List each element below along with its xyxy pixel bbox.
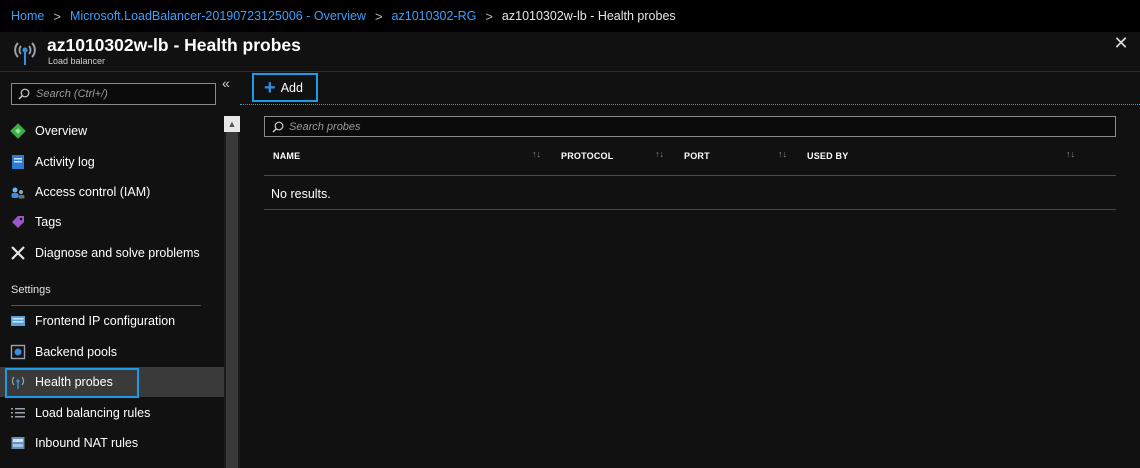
backend-pool-icon [10,344,26,360]
page-subtitle: Load balancer [48,56,106,66]
sidebar-item-tags[interactable]: Tags [0,207,224,237]
iam-icon [10,184,26,200]
column-header-protocol[interactable]: PROTOCOL [561,151,613,161]
sort-icon[interactable]: ↑↓ [532,149,541,159]
table-divider [264,209,1116,210]
collapse-sidebar-icon[interactable]: « [222,75,230,91]
search-icon [272,121,284,132]
blade-header: az1010302w-lb - Health probes Load balan… [0,32,1140,72]
plus-icon: + [264,76,276,99]
sidebar-item-access-control[interactable]: Access control (IAM) [0,177,224,207]
tag-icon [10,214,26,230]
sidebar-item-health-probes[interactable]: Health probes [0,367,224,398]
sidebar-item-label: Load balancing rules [35,406,151,420]
sidebar-item-label: Health probes [35,375,113,389]
sidebar-item-label: Frontend IP configuration [35,314,176,328]
breadcrumb-home[interactable]: Home [11,9,44,23]
sidebar-item-backend-pools[interactable]: Backend pools [0,337,224,367]
probe-search [264,116,1116,137]
sidebar-search-input[interactable] [36,88,206,100]
breadcrumb-separator: > [374,8,383,24]
sidebar-item-load-balancing-rules[interactable]: Load balancing rules [0,398,224,428]
main-content: + Add NAME ↑↓ PROTOCOL ↑↓ PORT ↑↓ USED B… [240,73,1140,468]
wrench-icon [10,245,26,261]
close-icon[interactable]: ✕ [1112,34,1130,52]
sidebar-item-inbound-nat-rules[interactable]: Inbound NAT rules [0,428,224,458]
column-header-name[interactable]: NAME [273,151,300,161]
sidebar-item-label: Access control (IAM) [35,185,151,199]
frontend-ip-icon [10,313,26,329]
sidebar-item-diagnose[interactable]: Diagnose and solve problems [0,238,224,268]
sidebar-scroll-thumb[interactable] [226,132,238,468]
sidebar-item-frontend-ip[interactable]: Frontend IP configuration [0,306,224,336]
breadcrumb-overview[interactable]: Microsoft.LoadBalancer-20190723125006 - … [70,9,366,23]
activity-log-icon [10,154,26,170]
breadcrumb-resource-group[interactable]: az1010302-RG [392,9,477,23]
sidebar-item-label: Inbound NAT rules [35,436,139,450]
sidebar-item-label: Tags [35,215,62,229]
toolbar-divider [240,104,1140,105]
add-button[interactable]: + Add [252,73,318,102]
probe-search-input[interactable] [289,120,1089,133]
load-balancer-probe-icon [14,42,36,65]
page-title: az1010302w-lb - Health probes [47,35,301,55]
search-icon [18,88,30,100]
sidebar-item-label: Backend pools [35,345,118,359]
sort-icon[interactable]: ↑↓ [1066,149,1075,159]
scroll-up-icon[interactable]: ▲ [224,116,240,132]
overview-icon [10,123,26,139]
breadcrumb: Home > Microsoft.LoadBalancer-2019072312… [0,0,1140,32]
sidebar-search [11,83,216,105]
sort-icon[interactable]: ↑↓ [655,149,664,159]
settings-section-heading: Settings [11,284,51,296]
sidebar: « ▲ Overview Activity log Access control… [0,73,240,468]
sidebar-item-overview[interactable]: Overview [0,116,224,146]
empty-state-text: No results. [271,187,331,201]
sidebar-item-label: Diagnose and solve problems [35,246,200,260]
health-probe-icon [10,374,26,390]
nat-rules-icon [10,435,26,451]
column-header-used-by[interactable]: USED BY [807,151,848,161]
breadcrumb-separator: > [485,8,493,24]
sort-icon[interactable]: ↑↓ [778,149,787,159]
column-header-port[interactable]: PORT [684,151,710,161]
sidebar-item-label: Activity log [35,155,95,169]
breadcrumb-separator: > [53,8,61,24]
breadcrumb-current: az1010302w-lb - Health probes [501,9,676,23]
table-divider [264,175,1116,176]
add-button-label: Add [280,80,303,95]
lb-rules-icon [10,405,26,421]
sidebar-item-label: Overview [35,124,88,138]
sidebar-item-activity-log[interactable]: Activity log [0,147,224,177]
